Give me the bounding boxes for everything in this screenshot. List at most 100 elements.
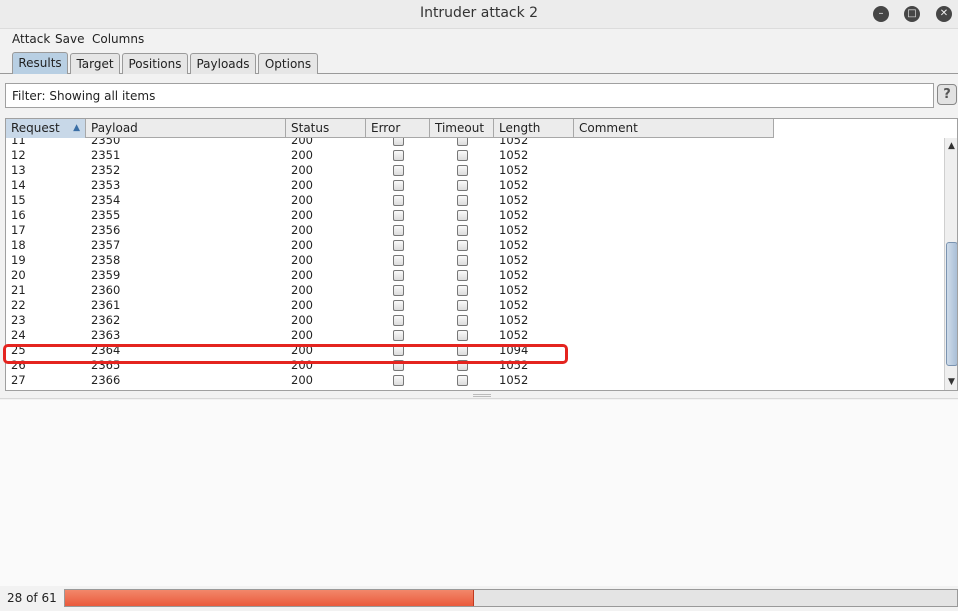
timeout-checkbox[interactable] <box>457 270 468 281</box>
cell-status: 200 <box>291 138 313 147</box>
timeout-checkbox[interactable] <box>457 285 468 296</box>
cell-status: 200 <box>291 238 313 252</box>
table-row[interactable]: 19 2358 200 1052 <box>6 253 774 268</box>
timeout-checkbox[interactable] <box>457 255 468 266</box>
menu-attack[interactable]: Attack <box>12 32 50 46</box>
tab-payloads[interactable]: Payloads <box>190 53 256 74</box>
help-icon[interactable]: ? <box>937 84 957 105</box>
error-checkbox[interactable] <box>393 138 404 146</box>
timeout-checkbox[interactable] <box>457 240 468 251</box>
cell-comment <box>574 328 579 343</box>
table-row[interactable]: 14 2353 200 1052 <box>6 178 774 193</box>
tab-target[interactable]: Target <box>70 53 120 74</box>
timeout-checkbox[interactable] <box>457 330 468 341</box>
error-checkbox[interactable] <box>393 225 404 236</box>
vertical-scrollbar[interactable]: ▲ ▼ <box>944 138 957 390</box>
pane-splitter[interactable] <box>0 391 958 399</box>
column-header-timeout[interactable]: Timeout <box>430 119 494 138</box>
table-row[interactable]: 26 2365 200 1052 <box>6 358 774 373</box>
sort-ascending-icon: ▲ <box>73 123 80 133</box>
error-checkbox[interactable] <box>393 315 404 326</box>
error-checkbox[interactable] <box>393 255 404 266</box>
cell-length: 1094 <box>499 343 529 357</box>
error-checkbox[interactable] <box>393 210 404 221</box>
cell-request: 11 <box>11 138 26 147</box>
cell-payload: 2356 <box>91 223 121 237</box>
column-header-request[interactable]: Request ▲ <box>6 119 86 138</box>
error-checkbox[interactable] <box>393 270 404 281</box>
column-header-payload[interactable]: Payload <box>86 119 286 138</box>
table-row[interactable]: 24 2363 200 1052 <box>6 328 774 343</box>
error-checkbox[interactable] <box>393 165 404 176</box>
timeout-checkbox[interactable] <box>457 360 468 371</box>
timeout-checkbox[interactable] <box>457 300 468 311</box>
cell-request: 22 <box>11 298 26 312</box>
column-header-comment[interactable]: Comment <box>574 119 774 138</box>
close-icon[interactable]: ✕ <box>936 6 952 22</box>
timeout-checkbox[interactable] <box>457 150 468 161</box>
scroll-down-icon[interactable]: ▼ <box>945 376 957 388</box>
table-row[interactable]: 18 2357 200 1052 <box>6 238 774 253</box>
error-checkbox[interactable] <box>393 240 404 251</box>
cell-length: 1052 <box>499 253 529 267</box>
table-row[interactable]: 21 2360 200 1052 <box>6 283 774 298</box>
table-row[interactable]: 20 2359 200 1052 <box>6 268 774 283</box>
cell-status: 200 <box>291 358 313 372</box>
minimize-icon[interactable]: – <box>873 6 889 22</box>
column-header-status[interactable]: Status <box>286 119 366 138</box>
table-row[interactable]: 25 2364 200 1094 <box>6 343 774 358</box>
cell-request: 21 <box>11 283 26 297</box>
timeout-checkbox[interactable] <box>457 375 468 386</box>
scroll-up-icon[interactable]: ▲ <box>945 140 957 152</box>
error-checkbox[interactable] <box>393 150 404 161</box>
splitter-grip-icon[interactable] <box>473 394 491 397</box>
maximize-icon[interactable]: □ <box>904 6 920 22</box>
table-row[interactable]: 23 2362 200 1052 <box>6 313 774 328</box>
cell-comment <box>574 148 579 163</box>
tab-options[interactable]: Options <box>258 53 318 74</box>
timeout-checkbox[interactable] <box>457 195 468 206</box>
table-header: Request ▲ Payload Status Error Timeout L… <box>6 119 774 138</box>
results-table: Request ▲ Payload Status Error Timeout L… <box>5 118 958 391</box>
table-row[interactable]: 15 2354 200 1052 <box>6 193 774 208</box>
error-checkbox[interactable] <box>393 345 404 356</box>
menu-columns[interactable]: Columns <box>92 32 144 46</box>
cell-length: 1052 <box>499 178 529 192</box>
table-row[interactable]: 12 2351 200 1052 <box>6 148 774 163</box>
column-header-length[interactable]: Length <box>494 119 574 138</box>
cell-comment <box>574 343 579 358</box>
scrollbar-thumb[interactable] <box>946 242 957 366</box>
timeout-checkbox[interactable] <box>457 345 468 356</box>
error-checkbox[interactable] <box>393 285 404 296</box>
error-checkbox[interactable] <box>393 300 404 311</box>
timeout-checkbox[interactable] <box>457 180 468 191</box>
timeout-checkbox[interactable] <box>457 210 468 221</box>
error-checkbox[interactable] <box>393 180 404 191</box>
timeout-checkbox[interactable] <box>457 225 468 236</box>
table-row[interactable]: 11 2350 200 1052 <box>6 138 774 148</box>
timeout-checkbox[interactable] <box>457 165 468 176</box>
progress-bar-fill <box>65 590 475 606</box>
title-bar: Intruder attack 2 – □ ✕ <box>0 0 958 29</box>
error-checkbox[interactable] <box>393 360 404 371</box>
timeout-checkbox[interactable] <box>457 315 468 326</box>
timeout-checkbox[interactable] <box>457 138 468 146</box>
cell-payload: 2362 <box>91 313 121 327</box>
error-checkbox[interactable] <box>393 375 404 386</box>
filter-bar[interactable]: Filter: Showing all items <box>5 83 934 108</box>
table-row[interactable]: 17 2356 200 1052 <box>6 223 774 238</box>
table-row[interactable]: 16 2355 200 1052 <box>6 208 774 223</box>
cell-comment <box>574 208 579 223</box>
table-row[interactable]: 13 2352 200 1052 <box>6 163 774 178</box>
cell-status: 200 <box>291 193 313 207</box>
error-checkbox[interactable] <box>393 330 404 341</box>
error-checkbox[interactable] <box>393 195 404 206</box>
cell-payload: 2354 <box>91 193 121 207</box>
table-row[interactable]: 22 2361 200 1052 <box>6 298 774 313</box>
cell-payload: 2352 <box>91 163 121 177</box>
tab-results[interactable]: Results <box>12 52 68 74</box>
column-header-error[interactable]: Error <box>366 119 430 138</box>
tab-positions[interactable]: Positions <box>122 53 188 74</box>
table-row[interactable]: 27 2366 200 1052 <box>6 373 774 388</box>
menu-save[interactable]: Save <box>55 32 84 46</box>
